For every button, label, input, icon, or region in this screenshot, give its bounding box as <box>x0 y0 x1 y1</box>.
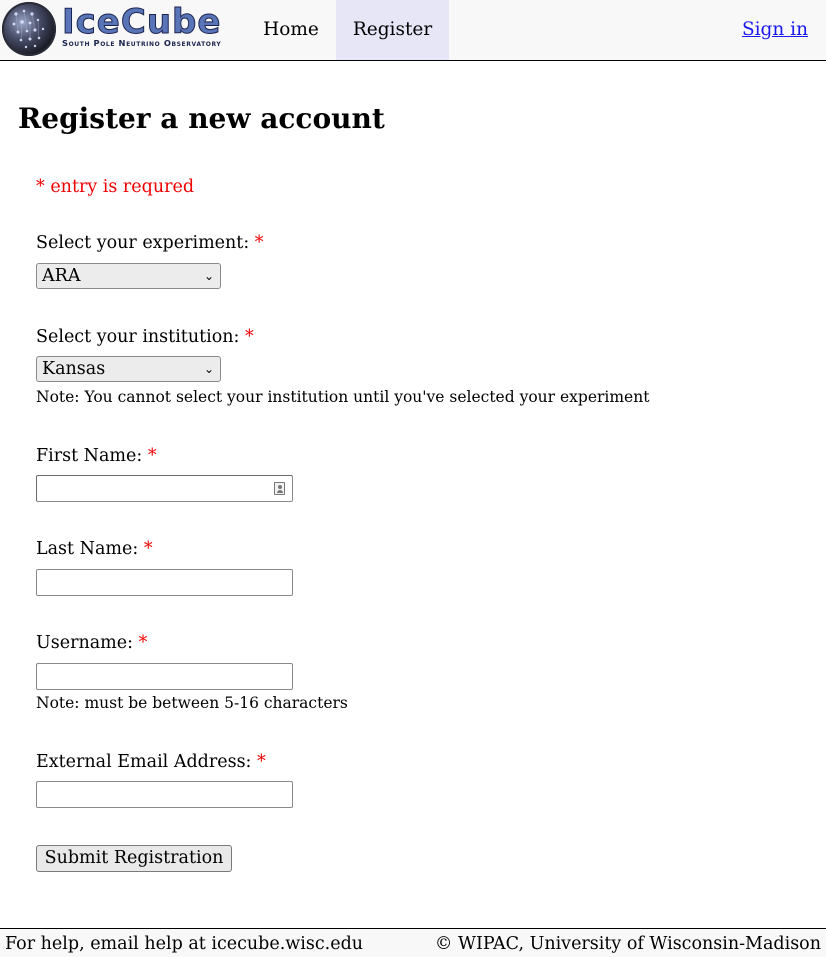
first-name-input[interactable] <box>36 475 293 502</box>
email-label-text: External Email Address: <box>36 752 252 772</box>
email-label: External Email Address: * <box>36 750 266 774</box>
required-star: * <box>147 446 157 466</box>
footer-copyright: © WIPAC, University of Wisconsin-Madison <box>434 934 821 954</box>
experiment-label: Select your experiment: * <box>36 231 264 255</box>
institution-note: Note: You cannot select your institution… <box>36 388 650 406</box>
sign-in-link[interactable]: Sign in <box>742 0 808 60</box>
required-star: * <box>143 539 153 559</box>
chevron-down-icon: ⌄ <box>203 269 214 283</box>
last-name-label: Last Name: * <box>36 537 153 561</box>
nav-register[interactable]: Register <box>336 0 449 60</box>
logo-wordmark: IceCube <box>61 2 222 42</box>
username-label: Username: * <box>36 631 147 655</box>
nav-home[interactable]: Home <box>246 0 336 60</box>
institution-select[interactable]: Kansas ⌄ <box>36 356 221 382</box>
username-note: Note: must be between 5-16 characters <box>36 694 348 712</box>
chevron-down-icon: ⌄ <box>203 362 214 376</box>
required-star: * <box>138 633 148 653</box>
institution-label-text: Select your institution: <box>36 327 240 347</box>
autofill-contact-icon[interactable] <box>274 482 285 495</box>
footer: For help, email help at icecube.wisc.edu… <box>0 928 826 957</box>
footer-help-text: For help, email help at icecube.wisc.edu <box>5 934 364 954</box>
required-star: * <box>245 327 254 347</box>
logo-tagline: South Pole Neutrino Observatory <box>62 38 222 48</box>
experiment-select-value: ARA <box>42 266 81 286</box>
experiment-label-text: Select your experiment: <box>36 233 250 253</box>
required-entry-note: * entry is requred <box>36 177 195 197</box>
first-name-label: First Name: * <box>36 444 157 468</box>
first-name-label-text: First Name: <box>36 446 143 466</box>
top-nav-bar: IceCube South Pole Neutrino Observatory … <box>0 0 826 61</box>
last-name-label-text: Last Name: <box>36 539 139 559</box>
institution-label: Select your institution: * <box>36 325 254 349</box>
logo-globe-icon <box>2 2 56 56</box>
page-title: Register a new account <box>18 102 385 135</box>
institution-select-value: Kansas <box>42 359 106 379</box>
required-star: * <box>257 752 266 772</box>
username-input[interactable] <box>36 663 293 690</box>
icecube-logo[interactable]: IceCube South Pole Neutrino Observatory <box>0 0 240 60</box>
required-star: * <box>254 233 264 253</box>
last-name-input[interactable] <box>36 569 293 596</box>
submit-registration-button[interactable]: Submit Registration <box>36 845 232 872</box>
email-input[interactable] <box>36 781 293 808</box>
experiment-select[interactable]: ARA ⌄ <box>36 263 221 289</box>
username-label-text: Username: <box>36 633 134 653</box>
